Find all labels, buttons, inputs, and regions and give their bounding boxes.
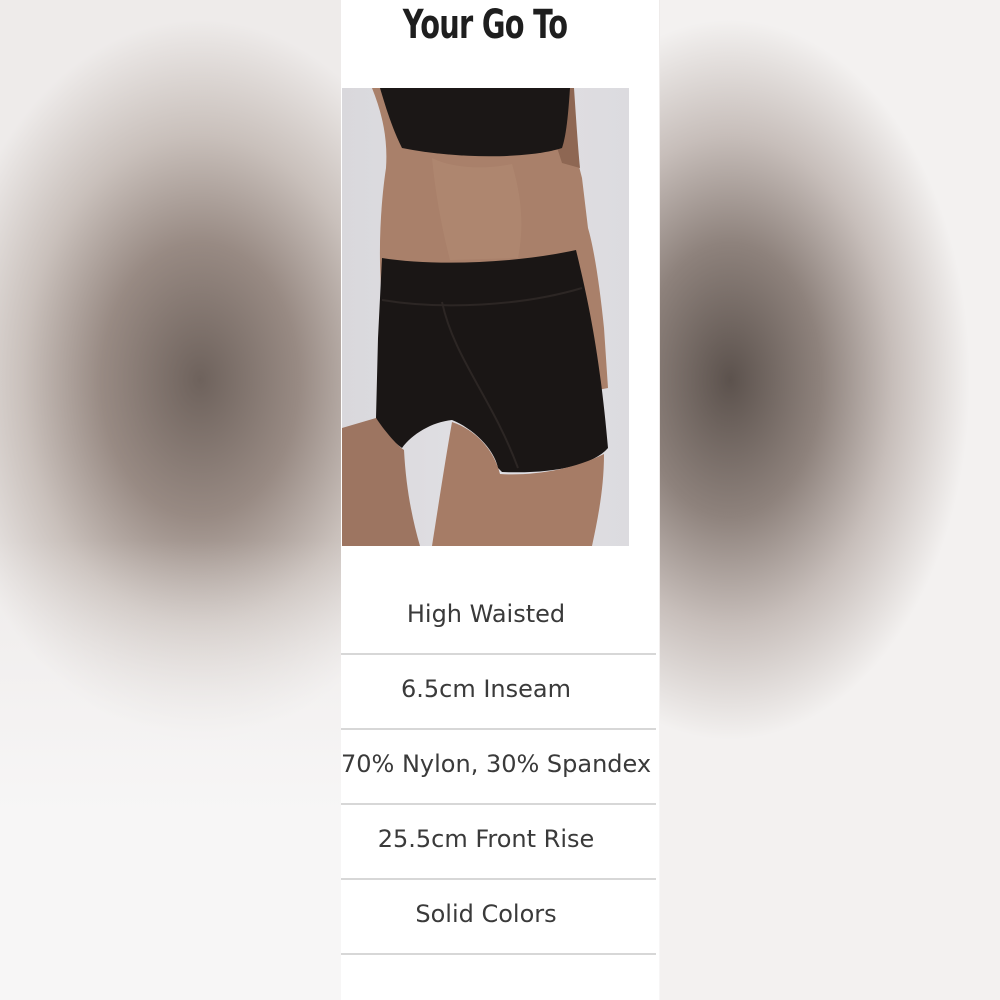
page-title: Your Go To: [402, 2, 568, 48]
spec-label: 6.5cm Inseam: [400, 675, 571, 703]
spec-list: High Waisted 6.5cm Inseam 70% Nylon, 30%…: [341, 580, 656, 955]
spec-label: 70% Nylon, 30% Spandex: [341, 750, 652, 778]
spec-row: Solid Colors: [341, 880, 656, 955]
spec-label: High Waisted: [406, 600, 566, 628]
product-detail-panel: Your Go To High Waisted 6.5cm Inseam 70%…: [341, 0, 659, 1000]
spec-label: 25.5cm Front Rise: [377, 825, 595, 853]
spec-row: 70% Nylon, 30% Spandex: [341, 730, 656, 805]
spec-label: Solid Colors: [415, 900, 557, 928]
spec-row: 6.5cm Inseam: [341, 655, 656, 730]
product-image: [342, 88, 629, 546]
spec-row: 25.5cm Front Rise: [341, 805, 656, 880]
spec-row: High Waisted: [341, 580, 656, 655]
shorts-product-photo-icon: [342, 88, 608, 546]
